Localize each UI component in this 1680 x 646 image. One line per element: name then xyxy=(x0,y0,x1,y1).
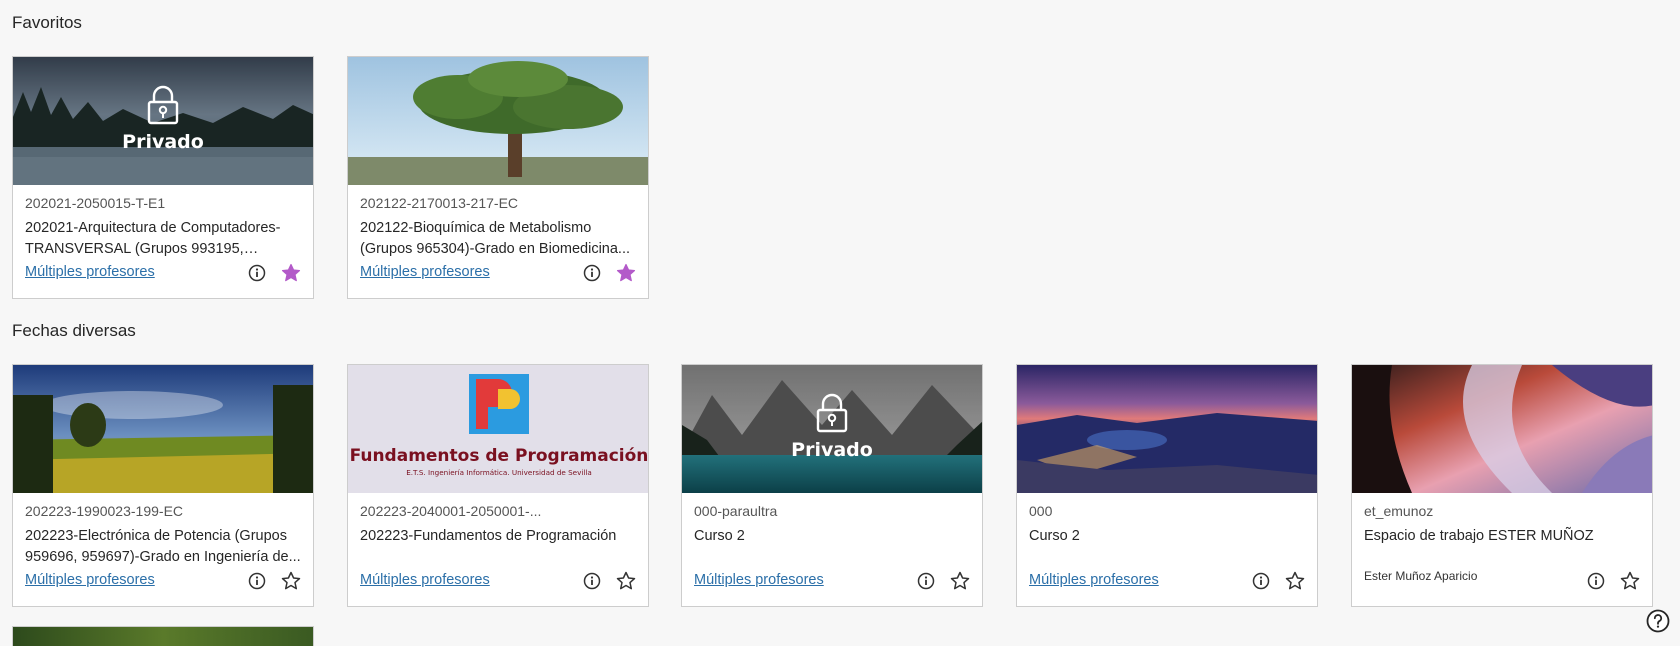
private-label: Privado xyxy=(122,131,204,153)
course-id: 202223-2040001-2050001-... xyxy=(360,503,542,519)
course-name[interactable]: 202223-Fundamentos de Programación xyxy=(360,526,638,547)
instructor-name: Ester Muñoz Aparicio xyxy=(1364,569,1478,583)
private-overlay: Privado xyxy=(682,365,982,493)
course-card[interactable]: 000 Curso 2 Múltiples profesores xyxy=(1016,364,1318,607)
course-thumbnail[interactable] xyxy=(1352,365,1652,493)
instructor-link[interactable]: Múltiples profesores xyxy=(360,264,490,280)
course-thumbnail[interactable]: Privado xyxy=(682,365,982,493)
info-icon[interactable] xyxy=(247,571,267,591)
favorite-star-icon[interactable] xyxy=(616,263,636,283)
info-icon[interactable] xyxy=(1586,571,1606,591)
info-icon[interactable] xyxy=(582,263,602,283)
course-thumbnail[interactable] xyxy=(13,365,313,493)
instructor-link[interactable]: Múltiples profesores xyxy=(25,572,155,588)
info-icon[interactable] xyxy=(247,263,267,283)
star-icon[interactable] xyxy=(281,571,301,591)
course-name[interactable]: Espacio de trabajo ESTER MUÑOZ xyxy=(1364,526,1642,547)
instructor-link[interactable]: Múltiples profesores xyxy=(25,264,155,280)
help-icon[interactable] xyxy=(1646,609,1670,633)
course-id: 000-paraultra xyxy=(694,503,778,519)
thumbnail-title: Fundamentos de Programación xyxy=(350,446,648,466)
course-id: 000 xyxy=(1029,503,1053,519)
section-title-various: Fechas diversas xyxy=(12,321,136,340)
course-name[interactable]: Curso 2 xyxy=(1029,526,1307,547)
course-card[interactable]: 202122-2170013-217-EC 202122-Bioquímica … xyxy=(347,56,649,299)
thumbnail-subtitle: E.T.S. Ingeniería Informática. Universid… xyxy=(406,468,592,477)
info-icon[interactable] xyxy=(1251,571,1271,591)
info-icon[interactable] xyxy=(916,571,936,591)
course-card[interactable] xyxy=(12,626,314,646)
course-thumbnail[interactable]: Privado xyxy=(13,57,313,185)
course-card[interactable]: Privado 202021-2050015-T-E1 202021-Arqui… xyxy=(12,56,314,299)
course-id: 202021-2050015-T-E1 xyxy=(25,195,166,211)
course-name[interactable]: 202223-Electrónica de Potencia (Grupos 9… xyxy=(25,526,303,568)
course-thumbnail[interactable] xyxy=(348,57,648,185)
course-thumbnail[interactable]: Fundamentos de Programación E.T.S. Ingen… xyxy=(348,365,648,493)
course-card[interactable]: Fundamentos de Programación E.T.S. Ingen… xyxy=(347,364,649,607)
favorite-star-icon[interactable] xyxy=(281,263,301,283)
course-id: 202122-2170013-217-EC xyxy=(360,195,519,211)
lock-icon xyxy=(816,393,848,433)
section-title-favorites: Favoritos xyxy=(12,13,82,32)
star-icon[interactable] xyxy=(616,571,636,591)
course-name[interactable]: 202021-Arquitectura de Computadores-TRAN… xyxy=(25,218,303,260)
instructor-link[interactable]: Múltiples profesores xyxy=(360,572,490,588)
star-icon[interactable] xyxy=(1620,571,1640,591)
lock-icon xyxy=(147,85,179,125)
private-overlay: Privado xyxy=(13,57,313,185)
course-card[interactable]: et_emunoz Espacio de trabajo ESTER MUÑOZ… xyxy=(1351,364,1653,607)
instructor-link[interactable]: Múltiples profesores xyxy=(1029,572,1159,588)
private-label: Privado xyxy=(791,439,873,461)
star-icon[interactable] xyxy=(950,571,970,591)
course-card[interactable]: Privado 000-paraultra Curso 2 Múltiples … xyxy=(681,364,983,607)
course-name[interactable]: 202122-Bioquímica de Metabolismo (Grupos… xyxy=(360,218,638,260)
star-icon[interactable] xyxy=(1285,571,1305,591)
course-thumbnail[interactable] xyxy=(1017,365,1317,493)
info-icon[interactable] xyxy=(582,571,602,591)
course-name[interactable]: Curso 2 xyxy=(694,526,972,547)
course-id: 202223-1990023-199-EC xyxy=(25,503,184,519)
instructor-link[interactable]: Múltiples profesores xyxy=(694,572,824,588)
course-id: et_emunoz xyxy=(1364,503,1434,519)
course-card[interactable]: 202223-1990023-199-EC 202223-Electrónica… xyxy=(12,364,314,607)
